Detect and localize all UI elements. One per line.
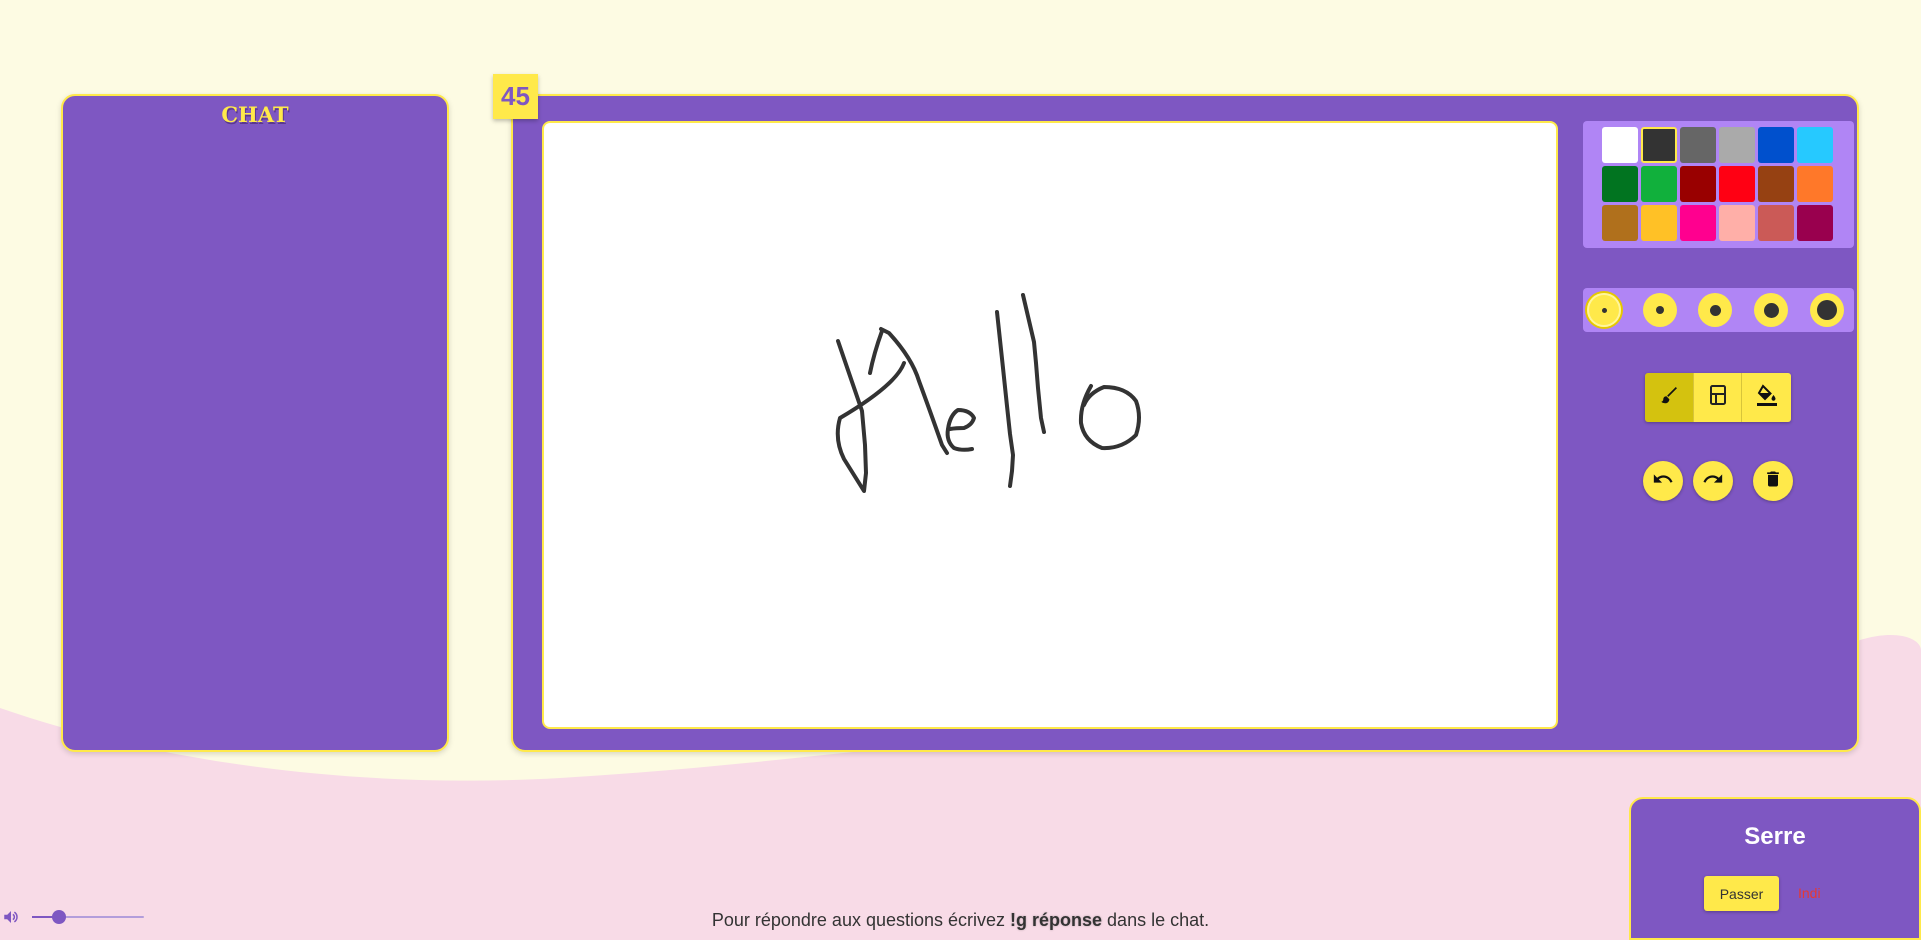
color-swatch[interactable] [1641,127,1677,163]
clear-canvas-button[interactable] [1753,461,1793,501]
color-swatch[interactable] [1758,166,1794,202]
instructions-text: Pour répondre aux questions écrivez !g r… [0,910,1921,931]
brush-size-option[interactable] [1698,293,1732,327]
color-swatch[interactable] [1797,205,1833,241]
current-word: Serre [1744,823,1806,850]
fill-tool-button[interactable] [1742,373,1791,422]
brush-size-option[interactable] [1587,293,1621,327]
color-swatch[interactable] [1758,205,1794,241]
color-swatch[interactable] [1602,127,1638,163]
brush-icon [1658,384,1680,411]
undo-button[interactable] [1643,461,1683,501]
color-swatch[interactable] [1719,127,1755,163]
color-swatch[interactable] [1602,205,1638,241]
chat-title: CHAT [221,102,289,127]
volume-icon[interactable] [2,908,20,931]
color-swatch[interactable] [1719,205,1755,241]
eraser-tool-button[interactable] [1693,373,1743,422]
trash-icon [1763,469,1783,494]
redo-icon [1702,468,1724,495]
color-swatch[interactable] [1602,166,1638,202]
drawing-canvas[interactable] [542,121,1558,729]
volume-control [0,904,150,930]
color-palette [1583,121,1854,248]
eraser-icon [1708,384,1728,411]
volume-slider[interactable] [32,910,144,924]
color-swatch[interactable] [1797,127,1833,163]
volume-thumb[interactable] [51,910,66,924]
color-swatch[interactable] [1680,127,1716,163]
color-swatch[interactable] [1758,127,1794,163]
brush-size-dot [1763,302,1779,318]
hint-link[interactable]: Indi [1798,885,1821,901]
pass-button[interactable]: Passer [1704,876,1779,911]
color-swatch[interactable] [1797,166,1833,202]
tool-selector [1645,373,1791,422]
brush-size-option[interactable] [1643,293,1677,327]
color-swatch[interactable] [1641,205,1677,241]
color-swatch[interactable] [1641,166,1677,202]
brush-size-dot [1601,307,1607,313]
undo-icon [1652,468,1674,495]
redo-button[interactable] [1693,461,1733,501]
brush-size-selector [1583,288,1854,332]
brush-size-dot [1709,304,1721,316]
color-swatch[interactable] [1680,166,1716,202]
brush-size-dot [1656,306,1664,314]
color-swatch[interactable] [1719,166,1755,202]
chat-panel: CHAT [61,94,449,752]
brush-size-dot [1817,300,1837,320]
brush-size-option[interactable] [1810,293,1844,327]
timer-badge: 45 [493,74,538,119]
fill-bucket-icon [1755,383,1779,412]
brush-size-option[interactable] [1754,293,1788,327]
brush-tool-button[interactable] [1645,373,1694,422]
instructions-prefix: Pour répondre aux questions écrivez [711,910,1011,930]
instructions-suffix: dans le chat. [1102,910,1210,930]
instructions-command: !g réponse [1010,910,1103,930]
color-swatch[interactable] [1680,205,1716,241]
drawing-strokes [835,293,1141,493]
